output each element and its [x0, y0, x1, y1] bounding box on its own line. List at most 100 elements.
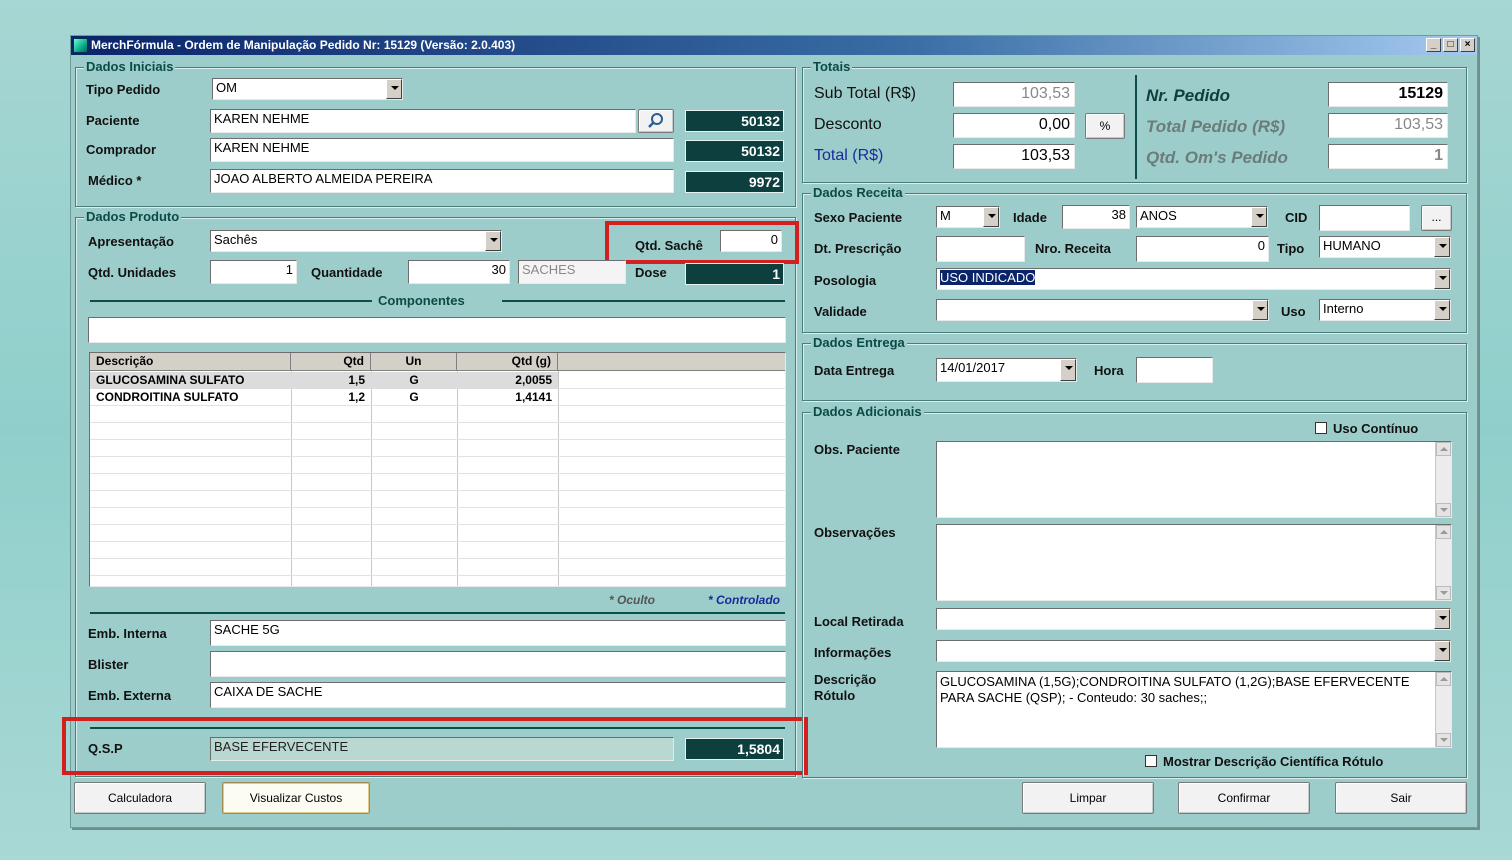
observacoes-textarea[interactable] [936, 524, 1452, 601]
quantidade-field[interactable]: 30 [408, 260, 510, 284]
grid-line [90, 422, 785, 423]
emb-externa-field[interactable]: CAIXA DE SACHE [210, 682, 786, 708]
chevron-down-icon[interactable] [485, 231, 501, 251]
posologia-value: USO INDICADO [940, 270, 1036, 285]
scroll-up-icon[interactable] [1436, 525, 1451, 539]
scroll-down-icon[interactable] [1436, 586, 1451, 600]
obs-paciente-textarea[interactable] [936, 441, 1452, 518]
col-un-header[interactable]: Un [371, 353, 457, 371]
nro-receita-field[interactable]: 0 [1136, 236, 1269, 262]
col-descricao-header[interactable]: Descrição [90, 353, 291, 371]
comprador-field[interactable]: KAREN NEHME [210, 138, 674, 162]
componente-search-field[interactable] [88, 317, 786, 343]
data-entrega-picker[interactable]: 14/01/2017 [936, 358, 1077, 382]
medico-code: 9972 [685, 171, 784, 193]
sexo-select[interactable]: M [936, 206, 1000, 228]
limpar-button[interactable]: Limpar [1022, 782, 1154, 814]
apresentacao-select[interactable]: Sachês [210, 230, 502, 252]
hora-field[interactable] [1136, 357, 1213, 383]
tipo-pedido-select[interactable]: OM [212, 78, 403, 100]
paciente-code: 50132 [685, 110, 784, 132]
apresentacao-label: Apresentação [88, 234, 174, 249]
visualizar-custos-button[interactable]: Visualizar Custos [222, 782, 370, 814]
scroll-up-icon[interactable] [1436, 442, 1451, 456]
desconto-field[interactable]: 0,00 [953, 113, 1075, 138]
confirmar-button-label: Confirmar [1217, 791, 1271, 805]
idade-field[interactable]: 38 [1062, 205, 1130, 229]
quantidade-unit: SACHES [518, 260, 626, 284]
table-row[interactable]: CONDROITINA SULFATO 1,2 G 1,4141 [90, 389, 785, 406]
qtd-oms-label: Qtd. Om's Pedido [1146, 148, 1288, 167]
posologia-label: Posologia [814, 273, 877, 288]
descricao-rotulo-textarea[interactable]: GLUCOSAMINA (1,5G);CONDROITINA SULFATO (… [936, 671, 1452, 748]
chevron-down-icon[interactable] [983, 207, 999, 227]
chevron-down-icon[interactable] [1251, 207, 1267, 227]
uso-continuo-checkbox[interactable] [1315, 422, 1327, 434]
cid-label: CID [1285, 210, 1308, 225]
medico-label: Médico * [88, 173, 142, 188]
chevron-down-icon[interactable] [1060, 359, 1076, 381]
idade-unit-select[interactable]: ANOS [1136, 206, 1268, 228]
paciente-field[interactable]: KAREN NEHME [210, 109, 636, 133]
search-paciente-button[interactable] [638, 109, 674, 133]
emb-interna-label: Emb. Interna [88, 626, 167, 641]
scroll-down-icon[interactable] [1436, 733, 1451, 747]
calculadora-button[interactable]: Calculadora [74, 782, 206, 814]
maximize-button[interactable]: □ [1443, 38, 1458, 52]
chevron-down-icon[interactable] [1434, 641, 1450, 661]
table-row[interactable]: GLUCOSAMINA SULFATO 1,5 G 2,0055 [90, 372, 785, 389]
chevron-down-icon[interactable] [1252, 300, 1268, 320]
uso-select[interactable]: Interno [1319, 299, 1451, 321]
chevron-down-icon[interactable] [1434, 269, 1450, 289]
componentes-table[interactable]: Descrição Qtd Un Qtd (g) GLUCOSAMINA SUL… [89, 352, 786, 587]
percent-button[interactable]: % [1085, 113, 1125, 139]
data-entrega-value: 14/01/2017 [940, 360, 1006, 375]
emb-interna-field[interactable]: SACHE 5G [210, 620, 786, 646]
posologia-select[interactable]: USO INDICADO [936, 268, 1451, 290]
divider [90, 612, 785, 614]
chevron-down-icon[interactable] [1434, 300, 1450, 320]
total-pedido-field: 103,53 [1328, 113, 1448, 138]
componentes-divider-right [502, 300, 785, 302]
title-bar[interactable]: MerchFórmula - Ordem de Manipulação Pedi… [71, 36, 1477, 55]
scrollbar[interactable] [1435, 525, 1451, 600]
confirmar-button[interactable]: Confirmar [1178, 782, 1310, 814]
scrollbar[interactable] [1435, 672, 1451, 747]
dose-value: 1 [685, 263, 784, 285]
cid-field[interactable] [1319, 205, 1410, 231]
medico-field[interactable]: JOAO ALBERTO ALMEIDA PEREIRA [210, 169, 674, 193]
chevron-down-icon[interactable] [1434, 237, 1450, 257]
minimize-button[interactable]: _ [1426, 38, 1441, 52]
cid-lookup-button[interactable]: ... [1421, 205, 1452, 231]
dt-prescricao-label: Dt. Prescrição [814, 241, 902, 256]
col-qtd-header[interactable]: Qtd [291, 353, 371, 371]
chevron-down-icon[interactable] [386, 79, 402, 99]
chevron-down-icon[interactable] [1434, 609, 1450, 629]
blister-field[interactable] [210, 651, 786, 677]
informacoes-select[interactable] [936, 640, 1451, 662]
dados-adicionais-title: Dados Adicionais [811, 404, 924, 419]
dados-produto-title: Dados Produto [84, 209, 182, 224]
close-button[interactable]: × [1460, 38, 1475, 52]
scroll-down-icon[interactable] [1436, 503, 1451, 517]
sair-button-label: Sair [1390, 791, 1412, 805]
cell-qtd: 1,2 [348, 390, 365, 404]
scroll-up-icon[interactable] [1436, 672, 1451, 686]
sair-button[interactable]: Sair [1335, 782, 1467, 814]
col-qtdg-header[interactable]: Qtd (g) [457, 353, 558, 371]
paciente-label: Paciente [86, 113, 140, 128]
nr-pedido-label: Nr. Pedido [1146, 86, 1231, 105]
scrollbar[interactable] [1435, 442, 1451, 517]
subtotal-label: Sub Total (R$) [814, 85, 916, 102]
grid-line [90, 507, 785, 508]
dt-prescricao-field[interactable] [936, 236, 1025, 262]
cell-qtdg: 2,0055 [515, 373, 552, 387]
cell-qtd: 1,5 [348, 373, 365, 387]
descricao-rotulo-label-2: Rótulo [814, 688, 856, 703]
descricao-rotulo-value: GLUCOSAMINA (1,5G);CONDROITINA SULFATO (… [940, 674, 1410, 705]
validade-select[interactable] [936, 299, 1269, 321]
tipo-select[interactable]: HUMANO [1319, 236, 1451, 258]
qtd-unidades-field[interactable]: 1 [210, 260, 297, 284]
local-retirada-select[interactable] [936, 608, 1451, 630]
mostrar-descricao-checkbox[interactable] [1145, 755, 1157, 767]
